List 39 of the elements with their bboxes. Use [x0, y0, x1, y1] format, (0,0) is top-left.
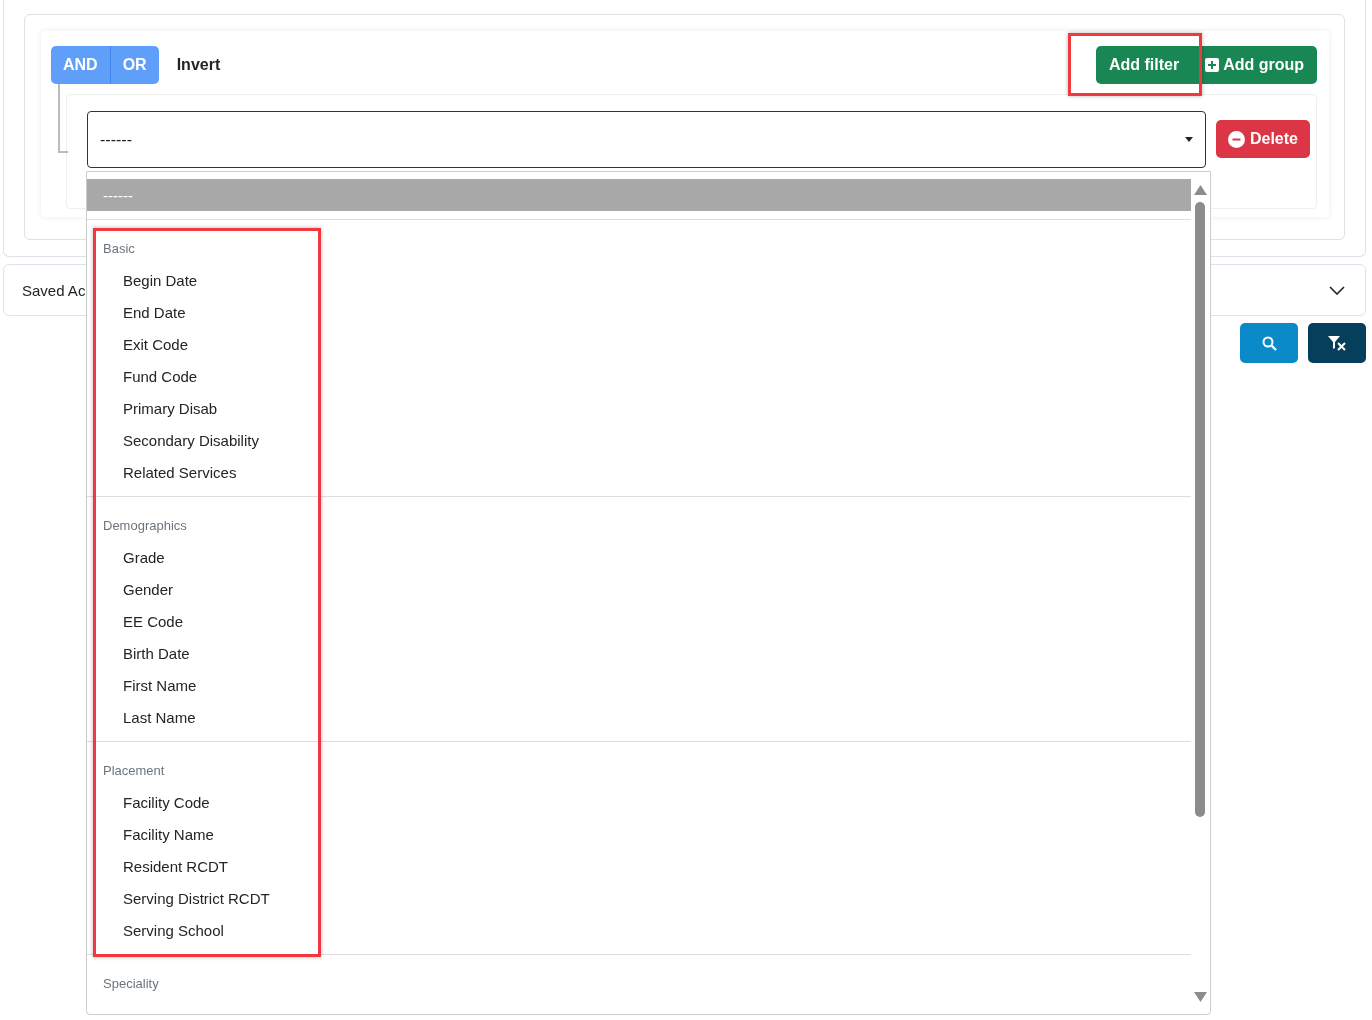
group-heading: Speciality [102, 974, 160, 993]
dropdown-option[interactable]: Resident RCDT [87, 850, 1191, 882]
group-heading: Placement [102, 761, 166, 780]
group-heading: Demographics [102, 516, 188, 535]
group-heading: Basic [102, 239, 136, 258]
scroll-up-icon [1194, 185, 1207, 195]
dropdown-option[interactable]: Birth Date [87, 637, 1191, 669]
dropdown-option[interactable]: Related Services [87, 456, 1191, 488]
search-icon [1261, 335, 1277, 351]
dropdown-option[interactable]: Fund Code [87, 360, 1191, 392]
dropdown-option[interactable]: EE Code [87, 605, 1191, 637]
dropdown-option[interactable]: Grade [87, 541, 1191, 573]
delete-button[interactable]: Delete [1215, 120, 1310, 158]
chevron-down-icon [1329, 285, 1345, 295]
field-select[interactable]: ------ [87, 111, 1206, 168]
dropdown-option[interactable]: Facility Name [87, 818, 1191, 850]
dropdown-option[interactable]: Exit Code [87, 328, 1191, 360]
dropdown-option[interactable]: Serving District RCDT [87, 882, 1191, 914]
panel-title: Saved Ac [22, 281, 86, 299]
invert-label[interactable]: Invert [176, 56, 221, 74]
plus-square-icon [1205, 58, 1220, 72]
add-group-button[interactable]: Add group [1192, 46, 1317, 84]
add-filter-button[interactable]: Add filter [1095, 46, 1193, 84]
dropdown-option[interactable]: Last Name [87, 701, 1191, 733]
filter-cross-icon [1327, 335, 1347, 351]
dropdown-option[interactable]: Secondary Disability [87, 424, 1191, 456]
dropdown-option[interactable]: First Name [87, 669, 1191, 701]
dropdown-option[interactable]: Serving School [87, 914, 1191, 946]
filter-clear-button[interactable] [1308, 323, 1366, 363]
dropdown-option[interactable]: Primary Disab [87, 392, 1191, 424]
scroll-thumb[interactable] [1195, 202, 1205, 817]
dropdown-option[interactable]: End Date [87, 296, 1191, 328]
caret-icon [1184, 137, 1193, 142]
scroll-down-icon [1194, 992, 1207, 1002]
search-button[interactable] [1240, 323, 1298, 363]
dropdown-option[interactable]: Gender [87, 573, 1191, 605]
minus-circle-icon [1227, 130, 1245, 148]
dropdown-option[interactable]: Begin Date [87, 264, 1191, 296]
dropdown-option[interactable]: Facility Code [87, 786, 1191, 818]
